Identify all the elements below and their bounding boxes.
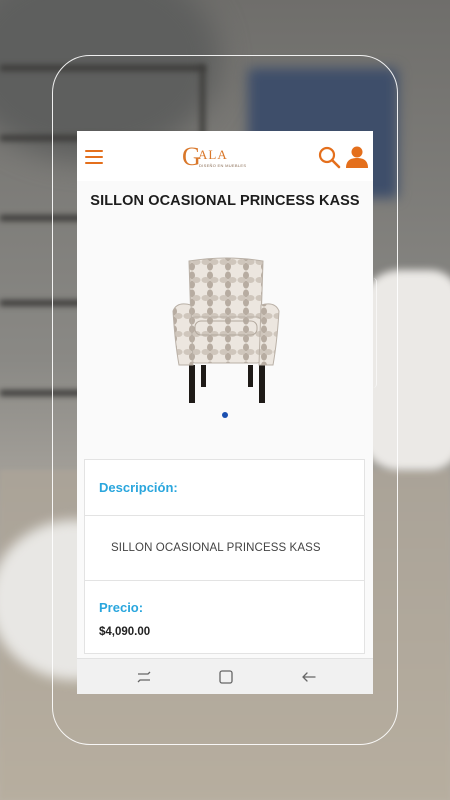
armchair-image[interactable] [165,253,285,413]
description-header-card: Descripción: [84,459,365,516]
price-value: $4,090.00 [99,626,151,638]
search-icon[interactable] [317,145,341,169]
description-text: SILLON OCASIONAL PRINCESS KASS [111,542,321,554]
user-icon[interactable] [345,145,369,169]
logo-text: ALA [198,147,228,162]
gala-logo[interactable]: G ALA DISEÑO EN MUEBLES [182,143,252,173]
phone-screen: G ALA DISEÑO EN MUEBLES SILLON OCASIONAL… [77,131,373,694]
app-header: G ALA DISEÑO EN MUEBLES [77,131,373,181]
description-label: Descripción: [99,480,178,495]
price-card: Precio: $4,090.00 [84,580,365,654]
recent-apps-icon[interactable] [136,669,152,685]
android-nav-bar [77,658,373,694]
logo-tagline: DISEÑO EN MUEBLES [199,163,247,168]
carousel-indicator-dot[interactable] [222,412,228,418]
product-title: SILLON OCASIONAL PRINCESS KASS [90,193,360,209]
back-arrow-icon[interactable] [301,669,317,685]
home-icon[interactable] [218,669,234,685]
description-body-card: SILLON OCASIONAL PRINCESS KASS [84,515,365,581]
price-label: Precio: [99,600,144,615]
hamburger-menu-icon[interactable] [85,150,103,164]
